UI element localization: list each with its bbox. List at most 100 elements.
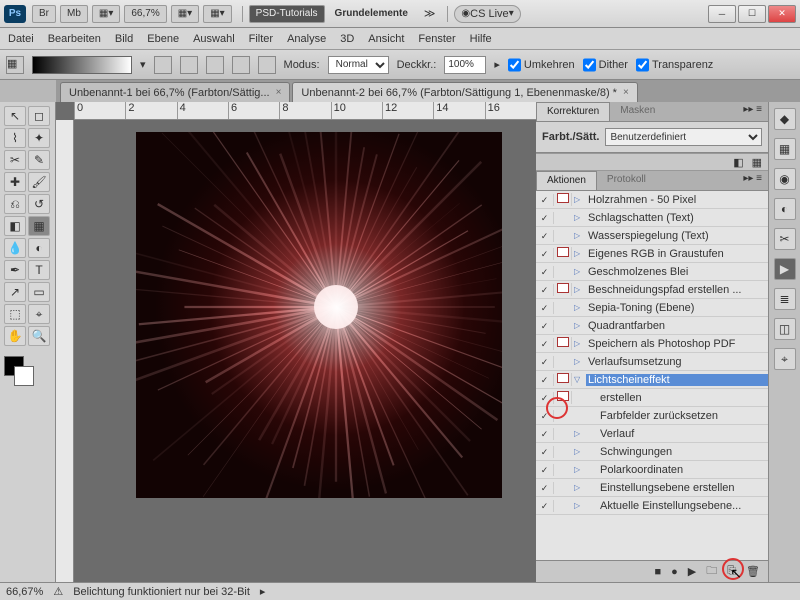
new-action-button[interactable]: ⎘ <box>727 565 736 578</box>
path-tool[interactable]: ↗ <box>4 282 26 302</box>
action-toggle[interactable] <box>536 482 554 494</box>
expand-icon[interactable]: ▷ <box>574 249 584 258</box>
action-toggle[interactable] <box>536 266 554 278</box>
close-button[interactable]: ✕ <box>768 5 796 23</box>
tab-aktionen[interactable]: Aktionen <box>536 171 597 190</box>
action-row[interactable]: erstellen <box>536 389 768 407</box>
canvas[interactable] <box>136 132 502 498</box>
expand-icon[interactable]: ▷ <box>574 447 584 456</box>
pen-tool[interactable]: ✒ <box>4 260 26 280</box>
huesat-preset-select[interactable]: Benutzerdefiniert <box>605 128 762 146</box>
gradient-dropdown-icon[interactable]: ▾ <box>140 58 146 71</box>
gradient-tool[interactable]: ▦ <box>28 216 50 236</box>
action-row[interactable]: ▷Polarkoordinaten <box>536 461 768 479</box>
menu-ebene[interactable]: Ebene <box>147 33 179 45</box>
opacity-input[interactable] <box>444 56 486 74</box>
tool-preset-button[interactable]: ▦ <box>6 56 24 74</box>
expand-icon[interactable]: ▷ <box>574 501 584 510</box>
expand-icon[interactable]: ▷ <box>574 195 584 204</box>
action-dialog-toggle[interactable] <box>554 337 572 350</box>
shape-tool[interactable]: ▭ <box>28 282 50 302</box>
action-toggle[interactable] <box>536 410 554 422</box>
action-toggle[interactable] <box>536 356 554 368</box>
mode-select[interactable]: Normal <box>328 56 389 74</box>
action-toggle[interactable] <box>536 338 554 350</box>
minibridge-button[interactable]: Mb <box>60 5 88 23</box>
opacity-flyout-icon[interactable]: ▸ <box>494 58 500 71</box>
menu-bearbeiten[interactable]: Bearbeiten <box>48 33 101 45</box>
cslive-button[interactable]: ◉ CS Live ▾ <box>454 5 520 23</box>
status-zoom[interactable]: 66,67% <box>6 586 43 598</box>
menu-filter[interactable]: Filter <box>249 33 273 45</box>
gradient-preview[interactable] <box>32 56 132 74</box>
action-dialog-toggle[interactable] <box>554 193 572 206</box>
new-set-button[interactable]: 🗀 <box>706 562 717 581</box>
hand-tool[interactable]: ✋ <box>4 326 26 346</box>
action-toggle[interactable] <box>536 428 554 440</box>
action-row[interactable]: ▷Eigenes RGB in Graustufen <box>536 245 768 263</box>
action-toggle[interactable] <box>536 284 554 296</box>
expand-icon[interactable]: ▷ <box>574 339 584 348</box>
dither-checkbox[interactable]: Dither <box>583 56 628 74</box>
tab-korrekturen[interactable]: Korrekturen <box>536 102 610 121</box>
eraser-tool[interactable]: ◧ <box>4 216 26 236</box>
action-dialog-toggle[interactable] <box>554 391 572 404</box>
action-row[interactable]: ▷Einstellungsebene erstellen <box>536 479 768 497</box>
action-toggle[interactable] <box>536 248 554 260</box>
action-toggle[interactable] <box>536 230 554 242</box>
menu-analyse[interactable]: Analyse <box>287 33 326 45</box>
action-row[interactable]: ▷Wasserspiegelung (Text) <box>536 227 768 245</box>
action-toggle[interactable] <box>536 302 554 314</box>
expand-icon[interactable]: ▷ <box>574 303 584 312</box>
blur-tool[interactable]: 💧 <box>4 238 26 258</box>
action-row[interactable]: ▷Verlaufsumsetzung <box>536 353 768 371</box>
more-icon[interactable]: ≫ <box>424 7 436 20</box>
action-toggle[interactable] <box>536 500 554 512</box>
reflected-gradient-button[interactable] <box>232 56 250 74</box>
angle-gradient-button[interactable] <box>206 56 224 74</box>
move-tool[interactable]: ↖ <box>4 106 26 126</box>
dock-channels-icon[interactable]: ◫ <box>774 318 796 340</box>
diamond-gradient-button[interactable] <box>258 56 276 74</box>
dock-styles-icon[interactable]: ◉ <box>774 168 796 190</box>
menu-bild[interactable]: Bild <box>115 33 133 45</box>
maximize-button[interactable]: ☐ <box>738 5 766 23</box>
delete-button[interactable]: 🗑 <box>746 565 760 578</box>
minimize-button[interactable]: ─ <box>708 5 736 23</box>
action-toggle[interactable] <box>536 464 554 476</box>
expand-icon[interactable]: ▷ <box>574 231 584 240</box>
action-row[interactable]: ▷Speichern als Photoshop PDF <box>536 335 768 353</box>
camera-tool[interactable]: ⌖ <box>28 304 50 324</box>
tab-masken[interactable]: Masken <box>610 102 665 121</box>
document-tab[interactable]: Unbenannt-1 bei 66,7% (Farbton/Sättig...… <box>60 82 290 102</box>
play-button[interactable]: ▶ <box>688 565 696 578</box>
expand-icon[interactable]: ▷ <box>574 465 584 474</box>
action-dialog-toggle[interactable] <box>554 283 572 296</box>
action-toggle[interactable] <box>536 320 554 332</box>
brush-tool[interactable]: 🖌 <box>28 172 50 192</box>
crop-tool[interactable]: ✂ <box>4 150 26 170</box>
action-row[interactable]: ▷Quadrantfarben <box>536 317 768 335</box>
zoom-level[interactable]: 66,7% <box>124 5 166 23</box>
dock-crop-icon[interactable]: ✂ <box>774 228 796 250</box>
stop-button[interactable]: ■ <box>654 566 661 578</box>
action-row[interactable]: ▷Holzrahmen - 50 Pixel <box>536 191 768 209</box>
wand-tool[interactable]: ✦ <box>28 128 50 148</box>
action-row[interactable]: ▷Beschneidungspfad erstellen ... <box>536 281 768 299</box>
tab-protokoll[interactable]: Protokoll <box>597 171 656 190</box>
menu-3d[interactable]: 3D <box>340 33 354 45</box>
adj-icon[interactable]: ◧ <box>733 156 743 168</box>
history-brush-tool[interactable]: ↺ <box>28 194 50 214</box>
menu-datei[interactable]: Datei <box>8 33 34 45</box>
action-toggle[interactable] <box>536 374 554 386</box>
transparency-checkbox[interactable]: Transparenz <box>636 56 713 74</box>
marquee-tool[interactable]: ◻ <box>28 106 50 126</box>
type-tool[interactable]: T <box>28 260 50 280</box>
dodge-tool[interactable]: ◐ <box>28 238 50 258</box>
expand-icon[interactable]: ▷ <box>574 285 584 294</box>
action-row[interactable]: ▷Geschmolzenes Blei <box>536 263 768 281</box>
action-toggle[interactable] <box>536 194 554 206</box>
expand-icon[interactable]: ▷ <box>574 321 584 330</box>
action-row[interactable]: ▷Aktuelle Einstellungsebene... <box>536 497 768 515</box>
workspace-button[interactable]: PSD-Tutorials <box>249 5 325 23</box>
